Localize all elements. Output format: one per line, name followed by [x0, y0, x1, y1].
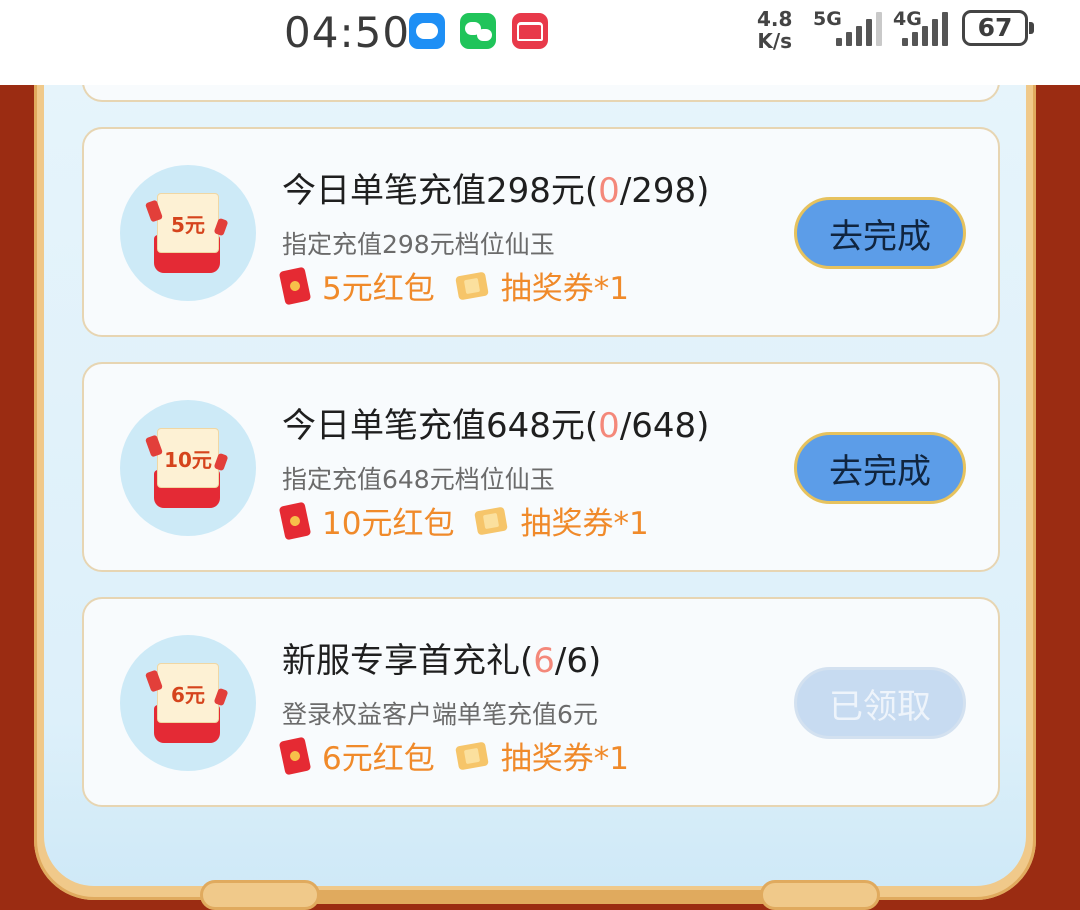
battery-icon: 67	[962, 10, 1034, 46]
huawei-icon	[512, 13, 548, 49]
reward-redpacket: 6元红包	[322, 741, 435, 777]
reward-icon-circle: 5元	[120, 165, 256, 301]
red-packet-icon	[278, 736, 312, 775]
task-title-text: 今日单笔充值298元(	[282, 171, 599, 211]
task-progress-current: 6	[533, 641, 555, 681]
task-title: 新服专享首充礼(6/6)	[282, 633, 601, 682]
red-envelope-icon: 6元	[144, 661, 229, 743]
reward-redpacket: 10元红包	[322, 506, 455, 542]
lottery-ticket-icon	[454, 741, 489, 770]
envelope-label: 6元	[157, 663, 219, 723]
task-description: 指定充值298元档位仙玉	[282, 230, 555, 259]
complete-button[interactable]: 去完成	[794, 432, 966, 504]
reward-redpacket: 5元红包	[322, 271, 435, 307]
task-title-text: 新服专享首充礼(	[282, 641, 534, 681]
task-title: 今日单笔充值648元(0/648)	[282, 398, 709, 447]
task-description: 指定充值648元档位仙玉	[282, 465, 555, 494]
status-bar: 04:50 4.8 K/s 5G 4G 67	[0, 0, 1080, 85]
task-progress-total: /648)	[619, 406, 710, 446]
task-progress-current: 0	[598, 406, 620, 446]
task-description: 登录权益客户端单笔充值6元	[282, 700, 598, 729]
frame-decoration	[200, 880, 320, 910]
red-packet-icon	[278, 266, 312, 305]
task-rewards: 6元红包 抽奖券*1	[278, 733, 629, 778]
red-envelope-icon: 5元	[144, 191, 229, 273]
signal-4g-icon	[902, 12, 948, 46]
red-packet-icon	[278, 501, 312, 540]
red-envelope-icon: 10元	[144, 426, 229, 508]
network-speed-value: 4.8	[757, 7, 793, 31]
message-icon	[409, 13, 445, 49]
task-card: 10元 今日单笔充值648元(0/648) 指定充值648元档位仙玉 10元红包…	[82, 362, 1000, 572]
lottery-ticket-icon	[474, 506, 509, 535]
network-speed-unit: K/s	[757, 29, 793, 53]
complete-button[interactable]: 去完成	[794, 197, 966, 269]
envelope-label: 5元	[157, 193, 219, 253]
task-rewards: 10元红包 抽奖券*1	[278, 498, 649, 543]
reward-ticket: 抽奖券*1	[500, 271, 629, 307]
reward-ticket: 抽奖券*1	[500, 741, 629, 777]
lottery-ticket-icon	[454, 271, 489, 300]
task-progress-total: /6)	[554, 641, 602, 681]
reward-icon-circle: 10元	[120, 400, 256, 536]
task-title-text: 今日单笔充值648元(	[282, 406, 599, 446]
wechat-icon	[460, 13, 496, 49]
task-progress-current: 0	[598, 171, 620, 211]
signal-5g-icon	[836, 12, 882, 46]
network-speed: 4.8 K/s	[757, 8, 792, 52]
task-progress-total: /298)	[619, 171, 710, 211]
task-card: 5元 今日单笔充值298元(0/298) 指定充值298元档位仙玉 5元红包 抽…	[82, 127, 1000, 337]
envelope-label: 10元	[157, 428, 219, 488]
reward-icon-circle: 6元	[120, 635, 256, 771]
reward-ticket: 抽奖券*1	[520, 506, 649, 542]
status-time: 04:50	[284, 8, 411, 57]
frame-decoration	[760, 880, 880, 910]
task-title: 今日单笔充值298元(0/298)	[282, 163, 709, 212]
task-card: 6元 新服专享首充礼(6/6) 登录权益客户端单笔充值6元 6元红包 抽奖券*1…	[82, 597, 1000, 807]
claimed-button[interactable]: 已领取	[794, 667, 966, 739]
task-rewards: 5元红包 抽奖券*1	[278, 263, 629, 308]
